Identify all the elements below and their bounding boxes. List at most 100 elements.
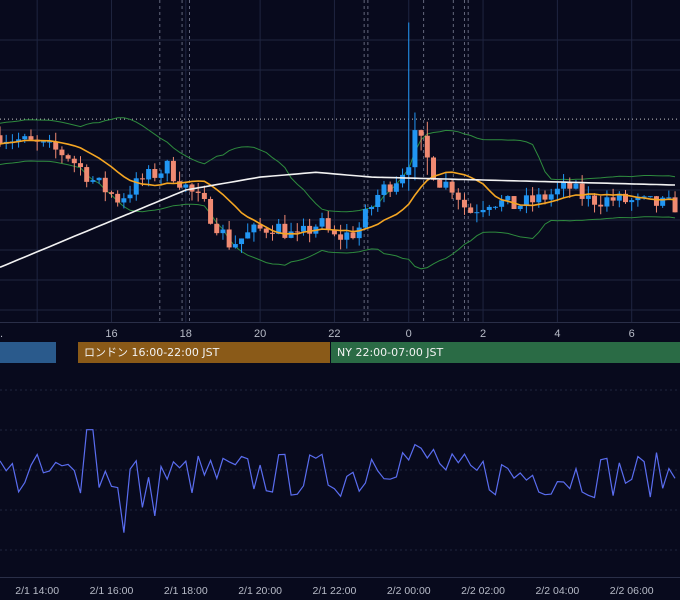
candle-body [393, 183, 399, 192]
candle-body [468, 207, 474, 213]
candle-body [592, 195, 598, 205]
session-bar-ny: NY 22:00-07:00 JST [331, 342, 680, 363]
candle-body [567, 182, 573, 189]
oscillator-x-tick-label: 2/1 16:00 [90, 585, 134, 597]
candle-body [344, 232, 350, 240]
session-bar-london: ロンドン 16:00-22:00 JST [78, 342, 330, 363]
candle-body [604, 197, 610, 207]
candle-body [121, 198, 127, 203]
price-x-tick-label: 0 [406, 328, 412, 340]
candle-body [492, 206, 498, 208]
candle-body [542, 194, 548, 200]
price-x-tick-label: 6 [629, 328, 635, 340]
candle-body [127, 194, 133, 199]
candle-body [84, 167, 90, 182]
candle-body [201, 192, 207, 199]
candle-body [369, 207, 375, 210]
candle-body [65, 155, 71, 159]
candle-body [102, 177, 108, 193]
candle-body [461, 199, 467, 208]
oscillator-x-tick-label: 2/1 20:00 [238, 585, 282, 597]
oscillator-x-ticks: 2/1 14:00 2/1 16:00 2/1 18:00 2/1 20:00 2/1 … [15, 585, 653, 597]
candle-body [579, 183, 585, 199]
session-bar-tokyo [0, 342, 56, 363]
price-x-tick-label: 22 [328, 328, 340, 340]
candle-body [325, 218, 331, 230]
candle-body [226, 229, 232, 248]
oscillator-x-tick-label: 2/2 04:00 [535, 585, 579, 597]
candle-body [573, 183, 579, 189]
candle-body [505, 196, 511, 201]
candle-body [183, 184, 189, 188]
chart-canvas: 16 18 20 22 0 2 4 6. 2/1 14:00 2/1 16:00 2/1 18:00… [0, 0, 680, 600]
candle-body [307, 225, 313, 234]
price-x-tick-label: 4 [554, 328, 560, 340]
candle-body [536, 194, 542, 203]
candle-body [418, 130, 424, 136]
oscillator-x-tick-label: 2/1 18:00 [164, 585, 208, 597]
price-x-tick-label: 2 [480, 328, 486, 340]
candle-body [269, 232, 275, 234]
candle-body [530, 195, 536, 203]
candle-body [375, 194, 381, 208]
candle-body [146, 168, 152, 180]
price-x-tick-label: . [0, 328, 3, 340]
candle-body [90, 180, 96, 182]
candle-body [245, 232, 251, 239]
candle-body [449, 181, 455, 193]
candle-body [0, 135, 3, 144]
candle-body [629, 200, 635, 203]
candle-body [499, 200, 505, 207]
candle-body [585, 195, 591, 199]
candle-body [356, 227, 362, 239]
candle-body [263, 228, 269, 233]
candle-body [220, 229, 226, 234]
candle-body [598, 204, 604, 207]
candle-body [208, 198, 214, 224]
candle-body [294, 231, 300, 233]
oscillator-x-tick-label: 2/1 22:00 [313, 585, 357, 597]
candle-body [319, 218, 325, 227]
candle-body [480, 209, 486, 213]
candle-body [381, 184, 387, 195]
candle-body [406, 167, 412, 175]
candle-body [158, 173, 164, 178]
candle-body [610, 197, 616, 201]
candle-body [251, 224, 257, 233]
oscillator-x-tick-label: 2/2 02:00 [461, 585, 505, 597]
candle-body [387, 184, 393, 192]
candle-body [455, 192, 461, 200]
candle-body [443, 181, 449, 188]
candle-body [362, 209, 368, 228]
candle-body [195, 191, 201, 193]
candle-body [474, 212, 480, 214]
price-x-tick-label: 18 [180, 328, 192, 340]
candle-body [554, 188, 560, 195]
candle-body [653, 196, 659, 206]
candle-body [152, 168, 158, 178]
oscillator-x-tick-label: 2/1 14:00 [15, 585, 59, 597]
candle-body [28, 136, 34, 140]
candle-body [40, 141, 46, 143]
candle-body [288, 231, 294, 238]
candle-body [338, 234, 344, 240]
candle-body [350, 232, 356, 239]
candle-body [437, 179, 443, 188]
candle-body [424, 135, 430, 158]
candle-body [71, 158, 77, 164]
oscillator-x-tick-label: 2/2 06:00 [610, 585, 654, 597]
oscillator-x-tick-label: 2/2 00:00 [387, 585, 431, 597]
candle-body [239, 238, 245, 245]
candle-body [561, 182, 567, 189]
candle-body [300, 225, 306, 232]
candle-body [232, 244, 238, 248]
candle-body [115, 193, 121, 203]
candle-body [133, 178, 139, 195]
candle-body [666, 197, 672, 199]
candle-body [164, 160, 170, 174]
candle-body [170, 160, 176, 182]
candle-body [139, 178, 145, 180]
candle-body [412, 130, 418, 168]
price-x-tick-label: 16 [105, 328, 117, 340]
candle-body [548, 194, 554, 200]
